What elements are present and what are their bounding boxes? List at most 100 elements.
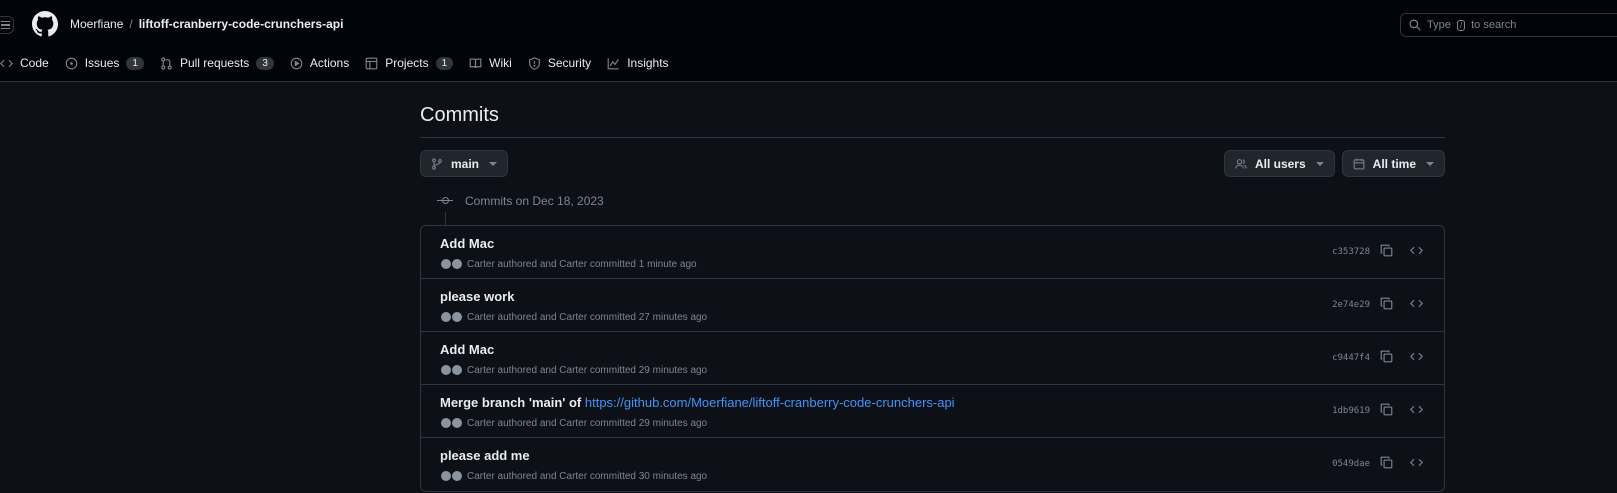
avatar-stack[interactable] (440, 470, 463, 482)
commit-row: Add Mac Carter authored and Carter commi… (421, 332, 1444, 385)
copy-sha-button[interactable] (1380, 456, 1396, 472)
commit-list: Add Mac Carter authored and Carter commi… (420, 225, 1445, 492)
commit-sha[interactable]: 2e74e29 (1332, 300, 1370, 310)
browse-repo-button[interactable] (1410, 403, 1426, 419)
commit-sha[interactable]: c9447f4 (1332, 353, 1370, 363)
calendar-icon (1353, 158, 1365, 169)
chevron-down-icon (1315, 161, 1324, 166)
search-placeholder-suffix: to search (1471, 19, 1517, 31)
commit-sha[interactable]: 1db9619 (1332, 406, 1370, 416)
users-filter-label: All users (1254, 156, 1306, 171)
pull-request-icon (161, 56, 172, 70)
breadcrumb-separator: / (129, 17, 133, 31)
commit-authorship: Carter authored and Carter committed 1 m… (467, 258, 697, 270)
right-filters: All users All time (1223, 150, 1445, 177)
breadcrumb: Moerfiane / liftoff-cranberry-code-crunc… (70, 17, 343, 31)
commit-sha[interactable]: 0549dae (1332, 459, 1370, 469)
tab-label: Pull requests (179, 56, 250, 70)
github-logo-icon[interactable] (32, 11, 58, 37)
tab-security[interactable]: Security (520, 52, 599, 74)
copy-sha-button[interactable] (1380, 350, 1396, 366)
tab-label: Insights (627, 56, 669, 70)
book-icon (469, 57, 482, 68)
commit-message[interactable]: Add Mac (440, 236, 494, 251)
copy-sha-button[interactable] (1380, 403, 1396, 419)
commit-authorship: Carter authored and Carter committed 29 … (467, 417, 708, 429)
commit-message[interactable]: Merge branch 'main' of (440, 395, 585, 410)
commit-authorship: Carter authored and Carter committed 29 … (467, 364, 708, 376)
commit-row: please work Carter authored and Carter c… (421, 279, 1444, 332)
commit-group-date: Commits on Dec 18, 2023 (465, 194, 604, 208)
copy-sha-button[interactable] (1380, 297, 1396, 313)
copy-icon (1380, 350, 1393, 363)
issue-icon (65, 57, 78, 69)
commit-meta: Carter authored and Carter committed 29 … (440, 417, 707, 429)
repo-nav: Code Issues 1 Pull requests 3 Actions Pr… (0, 52, 677, 74)
code-icon (0, 59, 13, 67)
code-icon (1410, 299, 1423, 308)
commit-meta: Carter authored and Carter committed 27 … (440, 311, 707, 323)
commit-message-container: Merge branch 'main' of https://github.co… (440, 395, 955, 410)
branch-name: main (451, 156, 480, 171)
search-shortcut-key: / (1456, 19, 1466, 31)
commit-message[interactable]: please work (440, 289, 514, 304)
copy-icon (1380, 297, 1393, 310)
graph-icon (607, 57, 620, 69)
tab-issues[interactable]: Issues 1 (57, 52, 152, 74)
timeline-line (445, 212, 446, 225)
browse-repo-button[interactable] (1410, 350, 1426, 366)
commits-page: Commits main All users All time Commits … (420, 82, 1445, 492)
time-filter-label: All time (1372, 156, 1416, 171)
repo-link[interactable]: liftoff-cranberry-code-crunchers-api (139, 17, 344, 31)
tab-label: Security (547, 56, 592, 70)
tab-label: Code (20, 56, 49, 70)
code-icon (1410, 458, 1423, 467)
commit-authorship: Carter authored and Carter committed 30 … (467, 470, 708, 482)
commit-message-link[interactable]: https://github.com/Moerfiane/liftoff-cra… (585, 395, 955, 410)
copy-icon (1380, 403, 1393, 416)
tab-code[interactable]: Code (0, 52, 57, 74)
header-top-row: Moerfiane / liftoff-cranberry-code-crunc… (0, 0, 1617, 49)
tab-projects[interactable]: Projects 1 (357, 52, 461, 74)
avatar (451, 311, 463, 323)
tab-insights[interactable]: Insights (599, 52, 676, 74)
commit-meta: Carter authored and Carter committed 29 … (440, 364, 707, 376)
tab-wiki[interactable]: Wiki (461, 52, 520, 74)
people-icon (1235, 158, 1247, 169)
avatar-stack[interactable] (440, 417, 463, 429)
search-icon (1409, 19, 1421, 31)
avatar-stack[interactable] (440, 364, 463, 376)
commit-group-header: Commits on Dec 18, 2023 (420, 177, 1445, 225)
branch-selector[interactable]: main (420, 150, 509, 177)
copy-icon (1380, 456, 1393, 469)
table-icon (365, 57, 378, 69)
tab-label: Actions (309, 56, 350, 70)
commit-sha[interactable]: c353728 (1332, 247, 1370, 257)
projects-counter: 1 (435, 56, 454, 70)
commit-filters: main All users All time (420, 150, 1445, 177)
commit-message[interactable]: Add Mac (440, 342, 494, 357)
search-placeholder-prefix: Type (1427, 19, 1451, 31)
chevron-down-icon (489, 161, 498, 166)
commit-meta: Carter authored and Carter committed 1 m… (440, 258, 697, 270)
browse-repo-button[interactable] (1410, 297, 1426, 313)
menu-icon[interactable] (0, 16, 14, 34)
avatar-stack[interactable] (440, 311, 463, 323)
users-filter[interactable]: All users (1223, 150, 1335, 177)
avatar (451, 417, 463, 429)
owner-link[interactable]: Moerfiane (70, 17, 123, 31)
commit-meta: Carter authored and Carter committed 30 … (440, 470, 707, 482)
copy-sha-button[interactable] (1380, 244, 1396, 260)
tab-actions[interactable]: Actions (282, 52, 357, 74)
git-branch-icon (432, 157, 442, 170)
commit-message[interactable]: please add me (440, 448, 530, 463)
browse-repo-button[interactable] (1410, 456, 1426, 472)
search-input[interactable]: Type / to search (1400, 13, 1617, 37)
chevron-down-icon (1426, 161, 1434, 166)
browse-repo-button[interactable] (1410, 244, 1426, 260)
tab-label: Wiki (489, 56, 512, 70)
tab-pull-requests[interactable]: Pull requests 3 (152, 52, 282, 74)
avatar-stack[interactable] (440, 258, 463, 270)
time-filter[interactable]: All time (1341, 150, 1445, 177)
commit-row: Add Mac Carter authored and Carter commi… (421, 226, 1444, 279)
